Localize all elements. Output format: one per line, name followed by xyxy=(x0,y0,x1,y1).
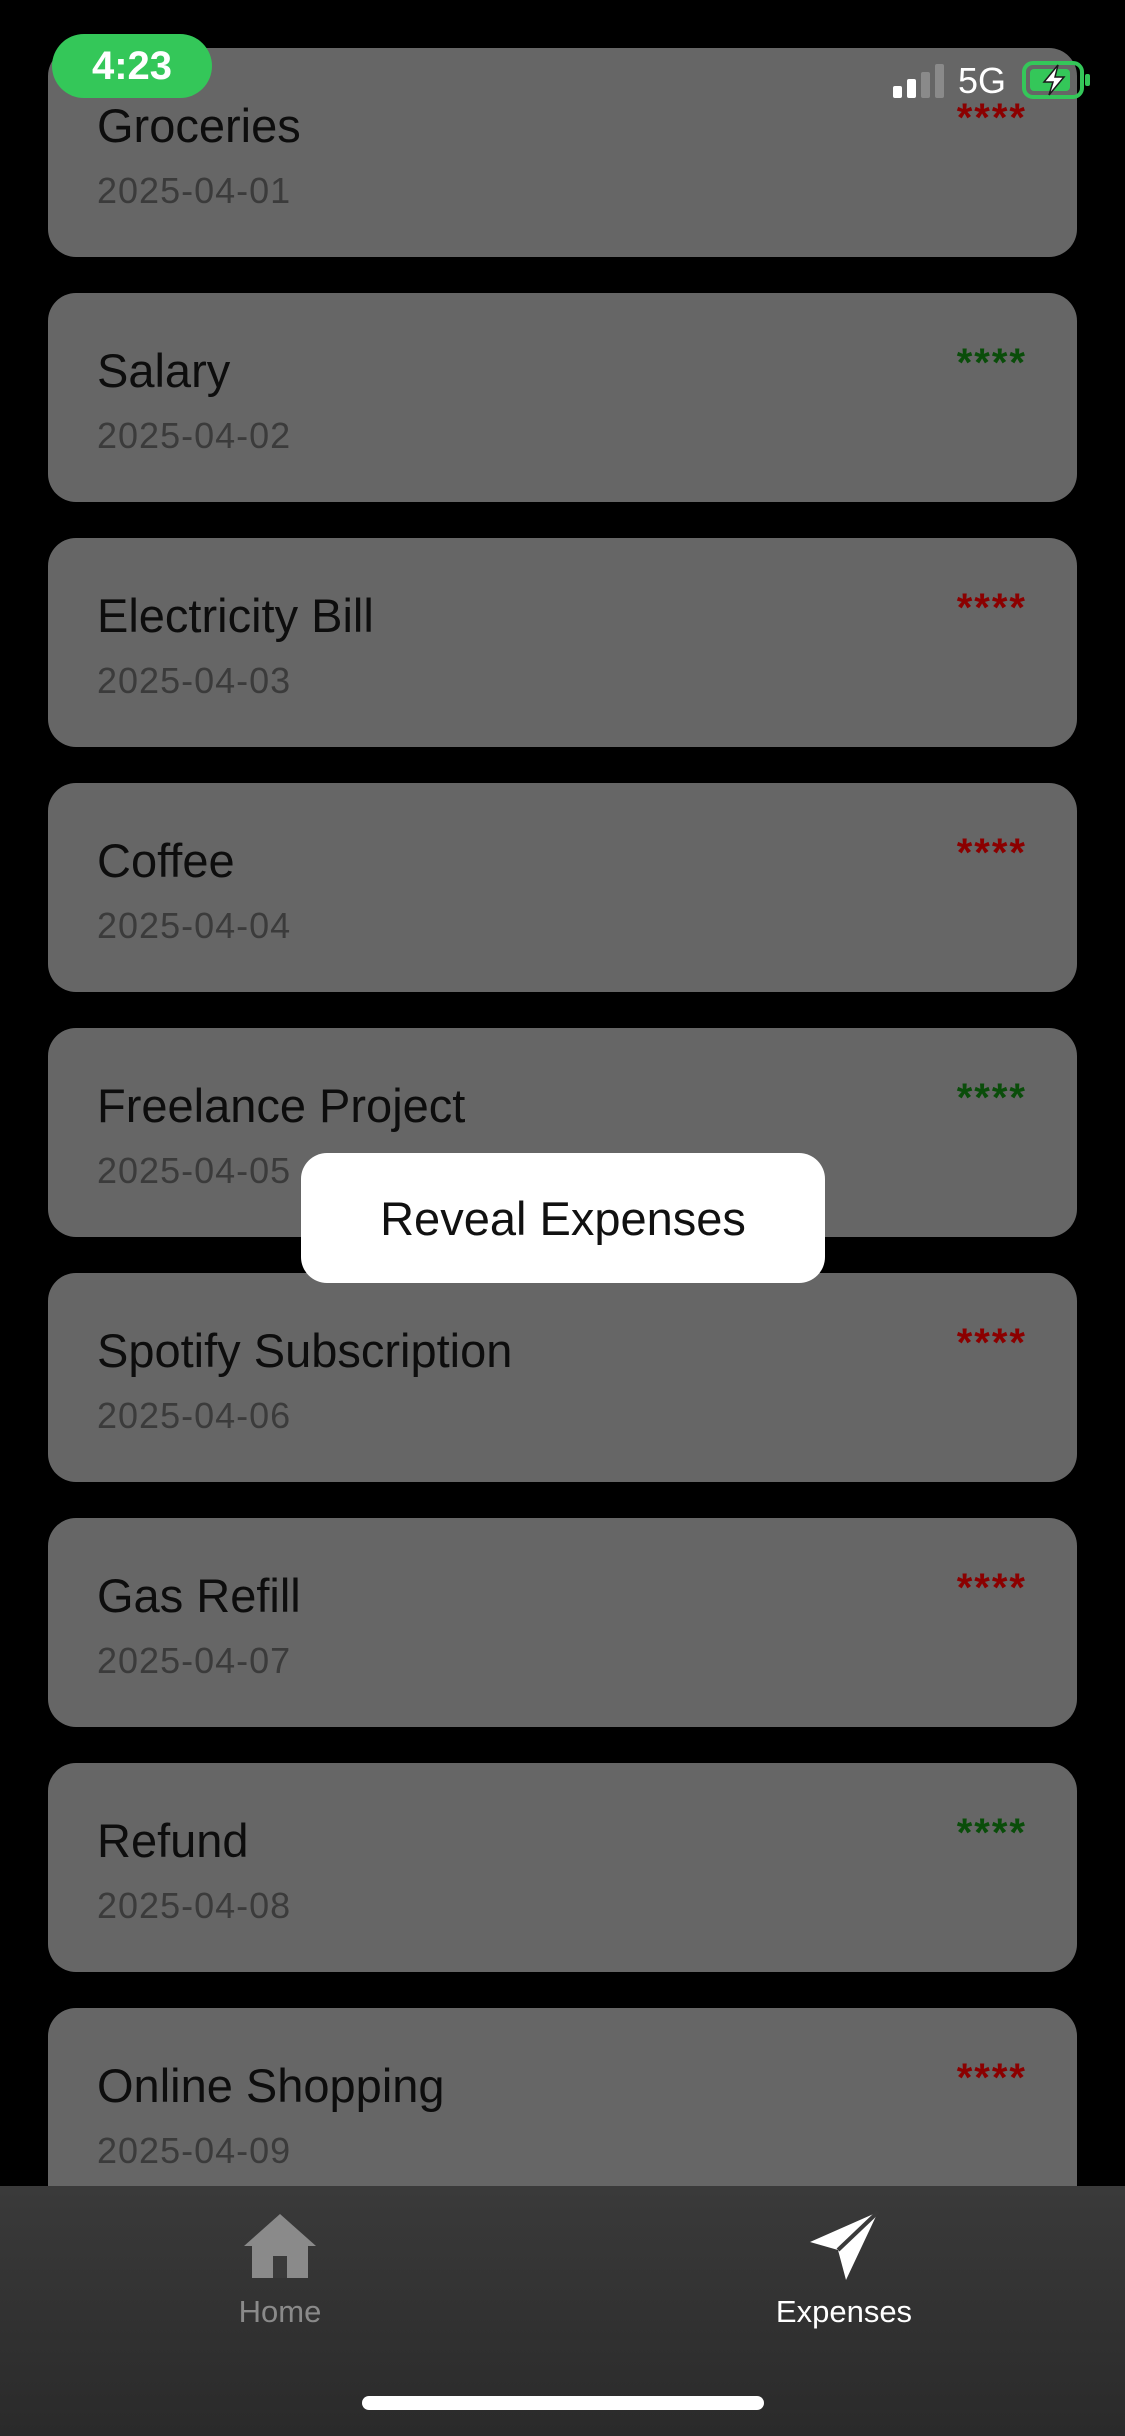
transaction-card[interactable]: Spotify Subscription 2025-04-06 **** xyxy=(48,1273,1077,1482)
status-time[interactable]: 4:23 xyxy=(52,34,212,98)
transaction-date: 2025-04-04 xyxy=(97,905,292,946)
network-type: 5G xyxy=(958,60,1007,101)
transaction-amount-hidden: **** xyxy=(956,341,1027,385)
battery-charging-icon xyxy=(1022,61,1090,99)
reveal-expenses-button[interactable]: Reveal Expenses xyxy=(301,1153,825,1283)
tab-expenses-label: Expenses xyxy=(775,2294,913,2329)
transaction-title: Online Shopping xyxy=(97,2059,445,2112)
transaction-title: Electricity Bill xyxy=(97,589,374,642)
transaction-amount-hidden: **** xyxy=(956,1321,1027,1365)
transaction-card[interactable]: Coffee 2025-04-04 **** xyxy=(48,783,1077,992)
transaction-date: 2025-04-03 xyxy=(97,660,292,701)
transaction-card[interactable]: Electricity Bill 2025-04-03 **** xyxy=(48,538,1077,747)
transaction-amount-hidden: **** xyxy=(956,1811,1027,1855)
transaction-date: 2025-04-05 xyxy=(97,1150,292,1191)
transaction-card[interactable]: Salary 2025-04-02 **** xyxy=(48,293,1077,502)
transaction-amount-hidden: **** xyxy=(956,1076,1027,1120)
transaction-amount-hidden: **** xyxy=(956,1566,1027,1610)
transaction-date: 2025-04-08 xyxy=(97,1885,292,1926)
transaction-list[interactable]: Groceries 2025-04-01 **** Salary 2025-04-02 *… xyxy=(0,0,1125,2186)
transaction-title: Refund xyxy=(97,1814,249,1867)
transaction-date: 2025-04-09 xyxy=(97,2130,292,2171)
transaction-title: Freelance Project xyxy=(97,1079,466,1132)
app-screen: 4:23 5G Groceries 2025-04-01 **** Salary 202… xyxy=(0,0,1125,2436)
transaction-card[interactable]: Gas Refill 2025-04-07 **** xyxy=(48,1518,1077,1727)
home-indicator[interactable] xyxy=(362,2396,764,2410)
tab-expenses[interactable]: Expenses xyxy=(694,2206,994,2346)
status-bar: 4:23 5G xyxy=(0,0,1125,130)
tab-home[interactable]: Home xyxy=(130,2206,430,2346)
transaction-title: Gas Refill xyxy=(97,1569,301,1622)
transaction-amount-hidden: **** xyxy=(956,831,1027,875)
transaction-date: 2025-04-02 xyxy=(97,415,292,456)
transaction-card[interactable]: Online Shopping 2025-04-09 **** xyxy=(48,2008,1077,2186)
transaction-date: 2025-04-07 xyxy=(97,1640,292,1681)
transaction-date: 2025-04-06 xyxy=(97,1395,292,1436)
transaction-card[interactable]: Refund 2025-04-08 **** xyxy=(48,1763,1077,1972)
cellular-signal-icon xyxy=(893,64,944,98)
paper-plane-icon xyxy=(810,2210,880,2280)
transaction-amount-hidden: **** xyxy=(956,586,1027,630)
transaction-title: Spotify Subscription xyxy=(97,1324,513,1377)
tab-home-label: Home xyxy=(238,2294,322,2329)
transaction-amount-hidden: **** xyxy=(956,2056,1027,2100)
transaction-date: 2025-04-01 xyxy=(97,170,292,211)
transaction-title: Coffee xyxy=(97,834,235,887)
transaction-title: Salary xyxy=(97,344,231,397)
house-icon xyxy=(244,2214,316,2278)
